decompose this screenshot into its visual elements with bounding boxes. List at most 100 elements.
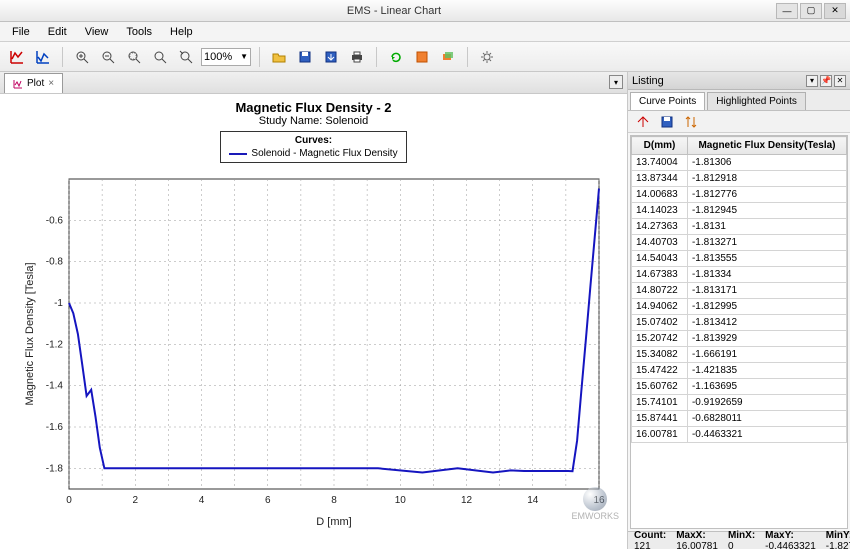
listing-toolbar — [628, 111, 850, 133]
table-row[interactable]: 15.47422-1.421835 — [632, 363, 847, 379]
chart-red-icon[interactable] — [6, 46, 28, 68]
table-cell: -1.812776 — [687, 187, 846, 203]
table-row[interactable]: 13.87344-1.812918 — [632, 171, 847, 187]
table-cell: 14.00683 — [632, 187, 688, 203]
table-row[interactable]: 13.74004-1.81306 — [632, 155, 847, 171]
table-row[interactable]: 15.60762-1.163695 — [632, 379, 847, 395]
table-header[interactable]: Magnetic Flux Density(Tesla) — [687, 137, 846, 155]
save-icon[interactable] — [294, 46, 316, 68]
listing-pane: Listing ▾ 📌 ✕ Curve Points Highlighted P… — [628, 72, 850, 549]
subtab-highlighted-points[interactable]: Highlighted Points — [707, 92, 806, 110]
svg-text:-1.4: -1.4 — [45, 381, 63, 392]
pane-dropdown-icon[interactable]: ▾ — [806, 75, 818, 87]
print-icon[interactable] — [346, 46, 368, 68]
table-row[interactable]: 14.94062-1.812995 — [632, 299, 847, 315]
svg-text:10: 10 — [394, 495, 406, 506]
plot-title: Magnetic Flux Density - 2 — [235, 100, 391, 115]
layers-icon[interactable] — [437, 46, 459, 68]
delete-point-icon[interactable] — [634, 113, 652, 131]
svg-text:14: 14 — [527, 495, 539, 506]
legend: Curves: Solenoid - Magnetic Flux Density — [220, 131, 406, 163]
maximize-button[interactable]: ▢ — [800, 3, 822, 19]
sort-icon[interactable] — [682, 113, 700, 131]
menu-tools[interactable]: Tools — [118, 24, 160, 40]
pan-icon[interactable] — [175, 46, 197, 68]
toolbar: 100% ▼ — [0, 42, 850, 72]
table-row[interactable]: 16.00781-0.4463321 — [632, 427, 847, 443]
table-row[interactable]: 15.20742-1.813929 — [632, 331, 847, 347]
table-row[interactable]: 14.27363-1.8131 — [632, 219, 847, 235]
table-row[interactable]: 15.07402-1.813412 — [632, 315, 847, 331]
table-cell: -1.813412 — [687, 315, 846, 331]
table-cell: 14.67383 — [632, 267, 688, 283]
export-icon[interactable] — [320, 46, 342, 68]
plot-subtitle: Study Name: Solenoid — [259, 115, 368, 127]
svg-text:-0.8: -0.8 — [45, 257, 63, 268]
table-header[interactable]: D(mm) — [632, 137, 688, 155]
refresh-icon[interactable] — [385, 46, 407, 68]
svg-text:0: 0 — [66, 495, 72, 506]
table-row[interactable]: 15.34082-1.666191 — [632, 347, 847, 363]
tab-close-icon[interactable]: × — [48, 78, 54, 89]
menu-edit[interactable]: Edit — [40, 24, 75, 40]
tab-plot[interactable]: Plot × — [4, 73, 63, 93]
zoom-level-input[interactable]: 100% ▼ — [201, 48, 251, 66]
table-row[interactable]: 14.54043-1.813555 — [632, 251, 847, 267]
zoom-value: 100% — [204, 51, 232, 63]
pin-icon[interactable]: 📌 — [820, 75, 832, 87]
listing-statusbar: Count: 121 MaxX: 16.00781 MinX: 0 MaxY: … — [628, 531, 850, 549]
table-row[interactable]: 15.87441-0.6828011 — [632, 411, 847, 427]
chart[interactable]: -0.6-0.8-1-1.2-1.4-1.6-1.80246810121416D… — [19, 169, 609, 529]
tab-label: Plot — [27, 78, 44, 89]
table-cell: 13.87344 — [632, 171, 688, 187]
table-cell: 15.60762 — [632, 379, 688, 395]
minimize-button[interactable]: — — [776, 3, 798, 19]
listing-table-wrap[interactable]: D(mm)Magnetic Flux Density(Tesla) 13.740… — [630, 135, 848, 529]
tabstrip-dropdown[interactable]: ▾ — [609, 75, 623, 89]
table-cell: 15.20742 — [632, 331, 688, 347]
svg-text:-1.8: -1.8 — [45, 463, 63, 474]
legend-swatch — [229, 153, 247, 155]
settings-icon[interactable] — [476, 46, 498, 68]
watermark-text: EMWORKS — [571, 511, 619, 521]
legend-header: Curves: — [229, 135, 397, 148]
table-row[interactable]: 14.40703-1.813271 — [632, 235, 847, 251]
svg-text:Magnetic Flux Density [Tesla]: Magnetic Flux Density [Tesla] — [24, 262, 36, 405]
svg-text:-1.2: -1.2 — [45, 339, 63, 350]
menu-view[interactable]: View — [77, 24, 117, 40]
separator — [376, 47, 377, 67]
table-cell: -1.812995 — [687, 299, 846, 315]
zoom-in-icon[interactable] — [71, 46, 93, 68]
table-row[interactable]: 15.74101-0.9192659 — [632, 395, 847, 411]
table-row[interactable]: 14.80722-1.813171 — [632, 283, 847, 299]
svg-text:4: 4 — [198, 495, 204, 506]
theme-icon[interactable] — [411, 46, 433, 68]
table-cell: -1.813271 — [687, 235, 846, 251]
close-button[interactable]: ✕ — [824, 3, 846, 19]
table-row[interactable]: 14.00683-1.812776 — [632, 187, 847, 203]
table-cell: 14.94062 — [632, 299, 688, 315]
save-listing-icon[interactable] — [658, 113, 676, 131]
svg-text:D [mm]: D [mm] — [316, 516, 351, 528]
plot-area: Magnetic Flux Density - 2 Study Name: So… — [0, 94, 627, 549]
zoom-fit-icon[interactable] — [123, 46, 145, 68]
subtab-curve-points[interactable]: Curve Points — [630, 92, 705, 110]
table-cell: -1.81306 — [687, 155, 846, 171]
plot-pane: Plot × ▾ Magnetic Flux Density - 2 Study… — [0, 72, 628, 549]
zoom-out-icon[interactable] — [97, 46, 119, 68]
plot-tabstrip: Plot × ▾ — [0, 72, 627, 94]
open-icon[interactable] — [268, 46, 290, 68]
table-row[interactable]: 14.67383-1.81334 — [632, 267, 847, 283]
chart-blue-icon[interactable] — [32, 46, 54, 68]
chevron-down-icon[interactable]: ▼ — [240, 52, 248, 61]
table-row[interactable]: 14.14023-1.812945 — [632, 203, 847, 219]
table-cell: -1.812945 — [687, 203, 846, 219]
table-cell: 15.34082 — [632, 347, 688, 363]
zoom-region-icon[interactable] — [149, 46, 171, 68]
menu-help[interactable]: Help — [162, 24, 201, 40]
table-cell: 14.54043 — [632, 251, 688, 267]
listing-subtabs: Curve Points Highlighted Points — [628, 90, 850, 111]
menu-file[interactable]: File — [4, 24, 38, 40]
pane-close-icon[interactable]: ✕ — [834, 75, 846, 87]
table-cell: 15.74101 — [632, 395, 688, 411]
